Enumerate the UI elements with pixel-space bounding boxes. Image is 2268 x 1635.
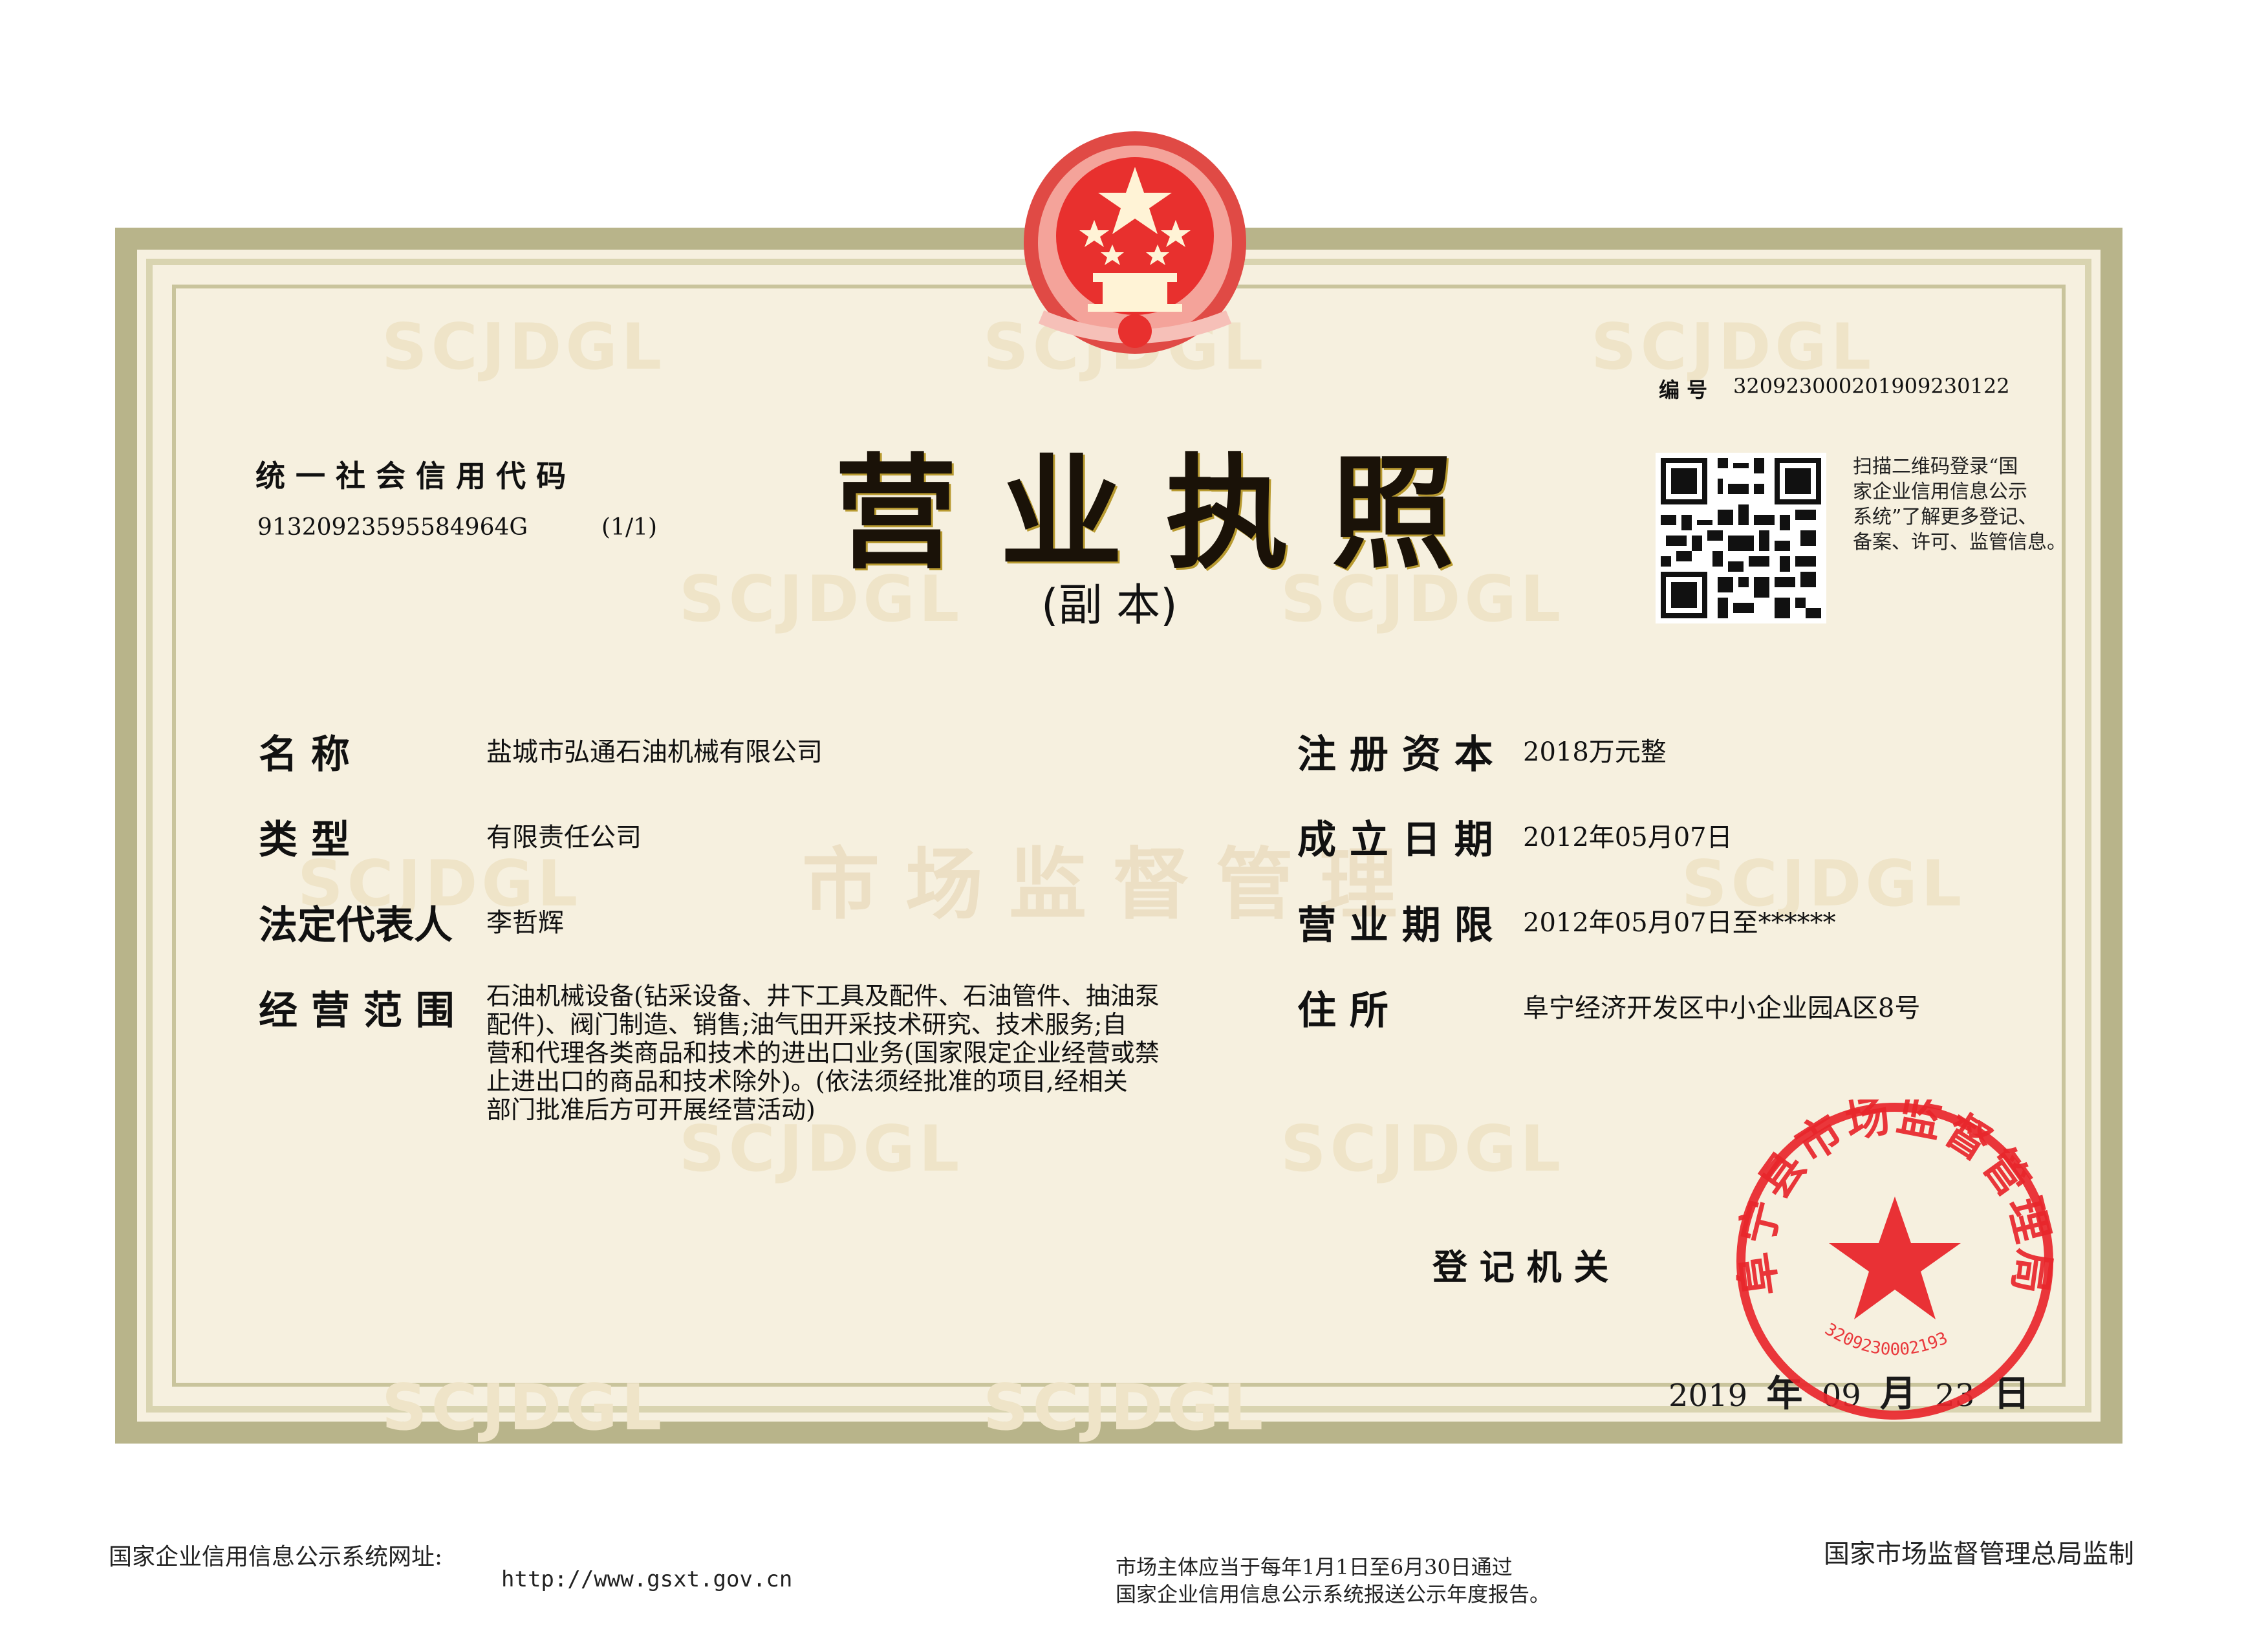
qr-code[interactable] [1656,453,1826,623]
address-label: 住 所 [1297,988,1388,1034]
qr-note: 扫描二维码登录“国 家企业信用信息公示 系统”了解更多登记、 备案、许可、监管信… [1853,455,2066,554]
footer-supervisor: 国家市场监督管理总局监制 [1824,1539,2134,1569]
serial-label: 编 号 [1659,378,1708,402]
footer-site-label: 国家企业信用信息公示系统网址: [109,1544,443,1570]
name-value: 盐城市弘通石油机械有限公司 [486,737,823,767]
watermark: SCJDGL [382,1371,666,1445]
capital-value: 2018万元整 [1523,737,1667,767]
term-label: 营 业 期 限 [1297,903,1493,948]
address-value: 阜宁经济开发区中小企业园A区8号 [1523,993,1921,1023]
official-seal-icon: 阜宁县市场监督管理局 3209230002193 [1733,1099,2057,1420]
legal-rep-value: 李哲辉 [486,908,564,938]
watermark: SCJDGL [1280,1112,1565,1186]
capital-label: 注 册 资 本 [1297,732,1493,777]
scope-label: 经 营 范 围 [259,988,455,1034]
seal-code: 3209230002193 [1821,1319,1950,1359]
page-title: 营 业 执 照 [834,442,1454,585]
legal-rep-label: 法定代表人 [259,903,453,948]
scope-value: 石油机械设备(钻采设备、井下工具及配件、石油管件、抽油泵 配件)、阀门制造、销售… [486,982,1160,1124]
copy-index: (1/1) [601,514,658,541]
footer-notice-line1: 市场主体应当于每年1月1日至6月30日通过 [1116,1555,1513,1579]
founded-label: 成 立 日 期 [1297,817,1493,863]
footer-site-url[interactable]: http://www.gsxt.gov.cn [501,1566,792,1592]
credit-code-value: 91320923595584964G [257,514,528,541]
watermark: SCJDGL [382,310,666,384]
svg-text:3209230002193: 3209230002193 [1821,1319,1950,1359]
credit-code-label: 统 一 社 会 信 用 代 码 [255,459,567,493]
term-value: 2012年05月07日至****** [1523,908,1836,938]
national-emblem-icon [1024,131,1246,354]
type-label: 类 型 [259,817,350,863]
founded-value: 2012年05月07日 [1523,823,1733,852]
watermark: SCJDGL [1591,310,1875,384]
serial-number: 320923000201909230122 [1733,374,2010,398]
footer-notice-line2: 国家企业信用信息公示系统报送公示年度报告。 [1116,1582,1551,1607]
issuer-label: 登 记 机 关 [1432,1247,1609,1288]
page-subtitle: (副 本) [1041,580,1178,631]
type-value: 有限责任公司 [486,823,642,852]
name-label: 名 称 [259,732,350,777]
watermark: SCJDGL [983,1371,1268,1445]
